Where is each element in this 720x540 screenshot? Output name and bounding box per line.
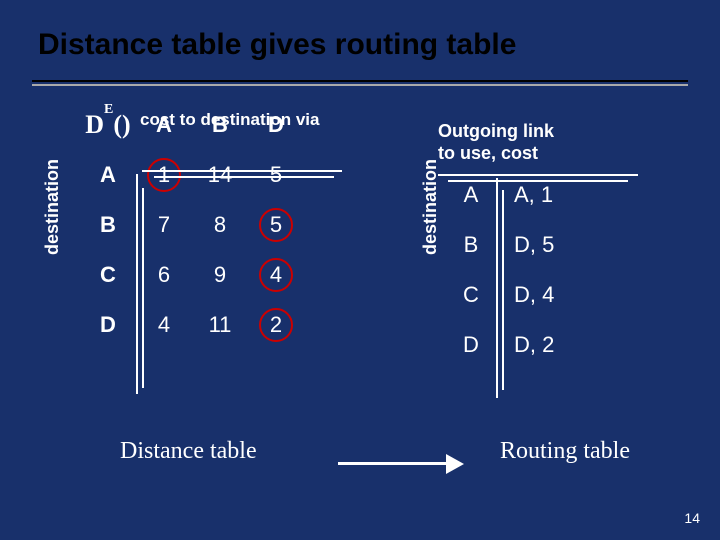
cell: 5	[248, 150, 304, 200]
row-header: D	[438, 320, 504, 370]
caption-distance: Distance table	[120, 438, 257, 465]
routing-header: Outgoing link to use, cost	[438, 120, 668, 164]
cell: 9	[192, 250, 248, 300]
routing-value: D, 5	[504, 220, 599, 270]
distance-table: cost to destination via DE() A B D A 1 1…	[80, 110, 370, 350]
routing-table: Outgoing link to use, cost A A, 1 B D, 5…	[438, 120, 668, 370]
row-header: B	[438, 220, 504, 270]
cell: 2	[248, 300, 304, 350]
grid-line	[142, 188, 144, 388]
row-header: A	[80, 150, 136, 200]
cell: 4	[136, 300, 192, 350]
title-rule-shadow	[32, 84, 688, 86]
row-header: D	[80, 300, 136, 350]
cell: 5	[248, 200, 304, 250]
grid-line	[136, 174, 138, 394]
title-rule	[32, 80, 688, 82]
arrow-icon	[338, 452, 468, 476]
routing-value: A, 1	[504, 170, 599, 220]
min-circle-icon: 1	[147, 158, 181, 192]
cell: 4	[248, 250, 304, 300]
slide-title: Distance table gives routing table	[38, 28, 690, 62]
cell: 14	[192, 150, 248, 200]
distance-symbol: DE()	[80, 100, 136, 150]
grid-line	[502, 190, 504, 390]
cell: 6	[136, 250, 192, 300]
row-header: C	[438, 270, 504, 320]
cell: 8	[192, 200, 248, 250]
distance-subtitle: cost to destination via	[140, 110, 370, 130]
grid-line	[142, 170, 342, 172]
cell: 11	[192, 300, 248, 350]
distance-axis-label: destination	[42, 159, 63, 255]
caption-routing: Routing table	[500, 438, 630, 465]
cell: 7	[136, 200, 192, 250]
min-circle-icon: 4	[259, 258, 293, 292]
page-number: 14	[684, 510, 700, 526]
grid-line	[438, 174, 638, 176]
distance-grid: DE() A B D A 1 14 5 B 7 8 5 C 6 9	[80, 100, 304, 350]
routing-value: D, 4	[504, 270, 599, 320]
row-header: B	[80, 200, 136, 250]
min-circle-icon: 2	[259, 308, 293, 342]
row-header: A	[438, 170, 504, 220]
cell: 1	[136, 150, 192, 200]
routing-value: D, 2	[504, 320, 599, 370]
min-circle-icon: 5	[259, 208, 293, 242]
row-header: C	[80, 250, 136, 300]
grid-line	[154, 176, 334, 178]
grid-line	[496, 178, 498, 398]
slide: Distance table gives routing table desti…	[0, 0, 720, 540]
routing-grid: A A, 1 B D, 5 C D, 4 D D, 2	[438, 170, 599, 370]
grid-line	[448, 180, 628, 182]
